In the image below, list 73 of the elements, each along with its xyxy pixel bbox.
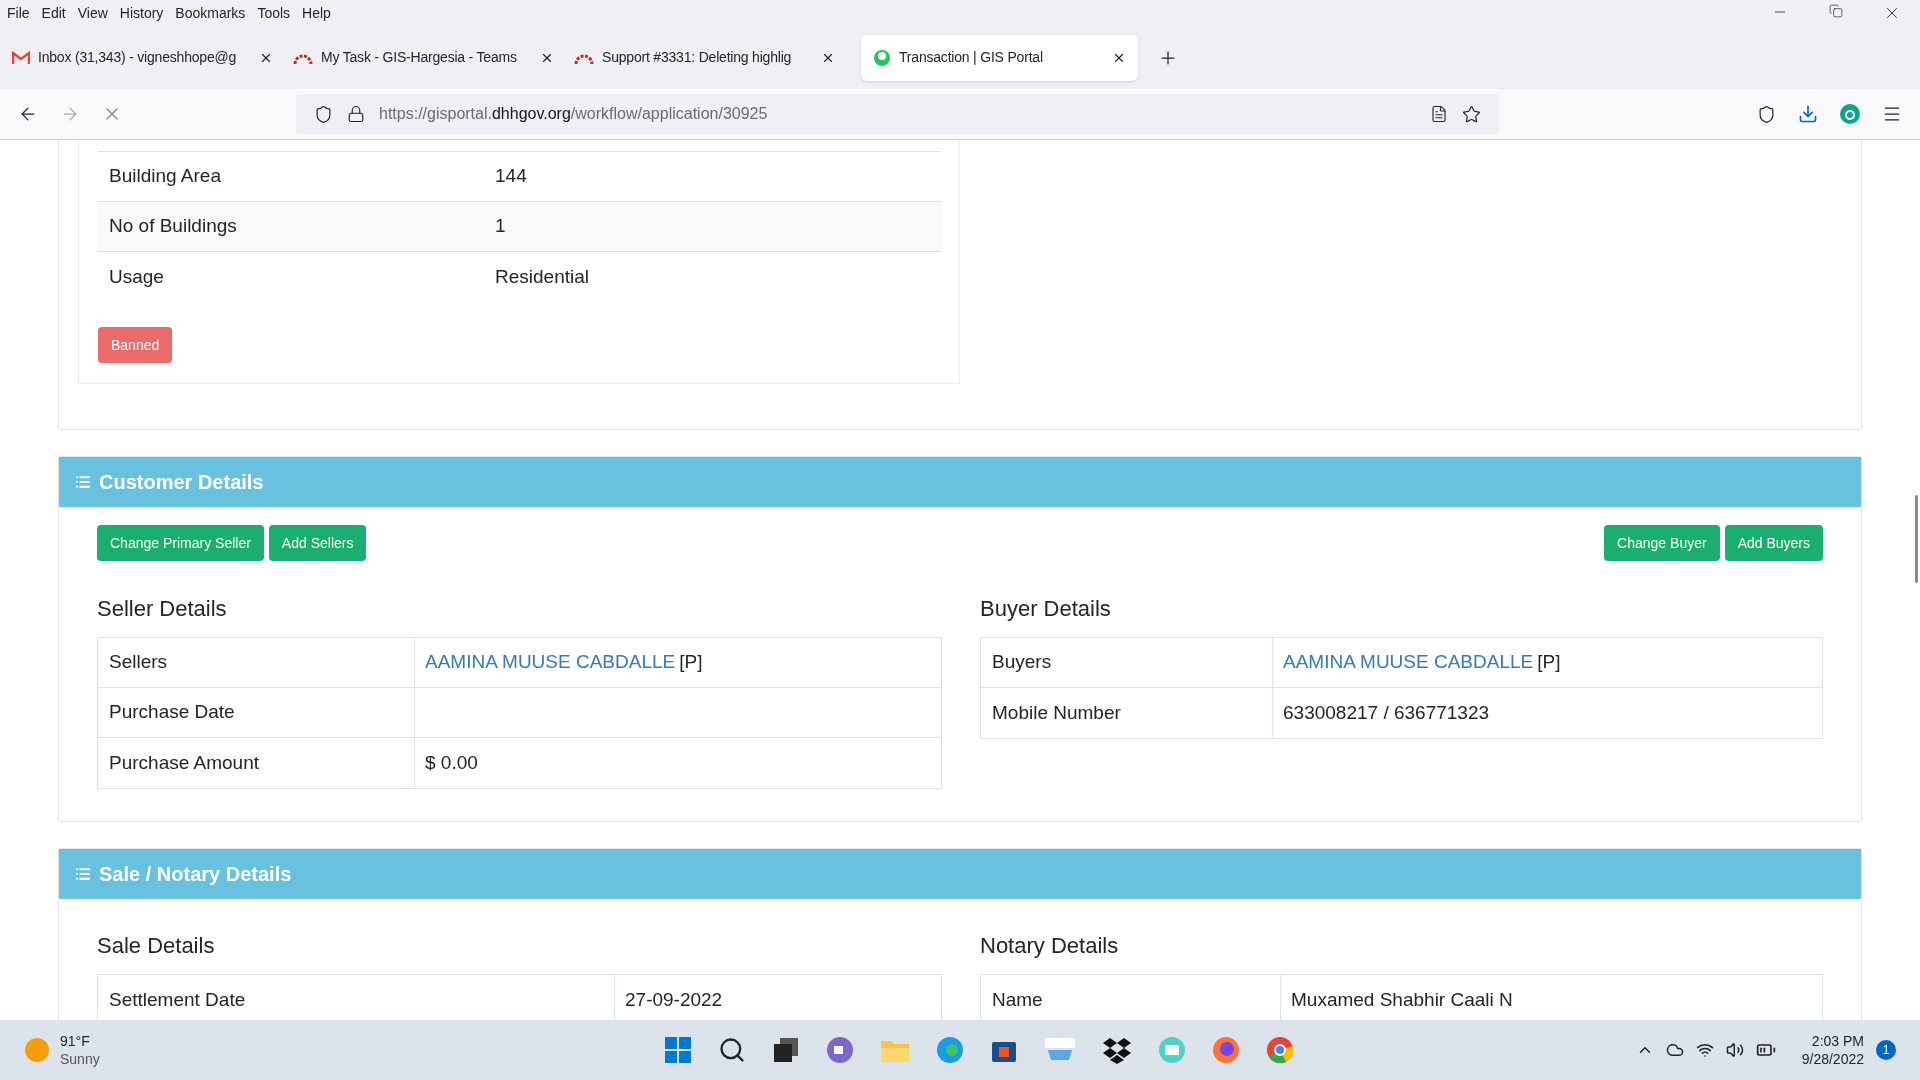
scrollbar-thumb[interactable] xyxy=(1915,495,1918,583)
row-value: 27-09-2022 xyxy=(625,987,723,1012)
row-label: Usage xyxy=(108,264,165,289)
row-label: Mobile Number xyxy=(992,700,1121,725)
row-label: Buyers xyxy=(992,650,1052,675)
cloud-icon[interactable] xyxy=(1665,1041,1684,1059)
globe-icon xyxy=(873,48,891,67)
dropbox-icon[interactable] xyxy=(1102,1036,1132,1064)
sale-heading: Sale Details xyxy=(97,932,216,960)
row-value: Muxamed Shabhir Caali N xyxy=(1291,987,1513,1012)
shield-icon xyxy=(314,104,333,124)
weather-temp: 91°F xyxy=(60,1032,91,1050)
volume-icon[interactable] xyxy=(1725,1041,1744,1059)
row-value: 1 xyxy=(495,214,506,239)
status-badge: Banned xyxy=(98,327,173,363)
primary-tag: [P] xyxy=(1537,648,1561,677)
row-value: 633008217 / 636771323 xyxy=(1283,700,1490,725)
row-label: Purchase Date xyxy=(109,700,235,725)
primary-tag: [P] xyxy=(679,648,703,677)
menu-item[interactable]: Bookmarks xyxy=(175,2,246,24)
account-icon[interactable] xyxy=(1840,104,1860,124)
clock-time: 2:03 PM xyxy=(1811,1032,1864,1050)
menu-item[interactable]: History xyxy=(119,2,164,24)
section-title: Sale / Notary Details xyxy=(99,862,292,887)
row-label: Name xyxy=(992,987,1043,1012)
windows-start-icon[interactable] xyxy=(664,1036,692,1064)
row-label: Building Area xyxy=(108,164,222,189)
section-title: Customer Details xyxy=(99,470,264,495)
row-value: $ 0.00 xyxy=(425,750,478,775)
tab-title: My Task - GIS-Hargesia - Teams xyxy=(321,48,518,67)
browser-tab[interactable]: Support #3331: Deleting highlig xyxy=(566,34,843,81)
list-icon xyxy=(75,474,91,490)
search-icon[interactable] xyxy=(718,1036,746,1064)
tab-title: Transaction | GIS Portal xyxy=(899,48,1044,67)
sun-icon xyxy=(24,1037,50,1063)
customer-link[interactable]: AAMINA MUUSE CABDALLE xyxy=(425,648,676,677)
task-view-icon[interactable] xyxy=(772,1036,800,1064)
browser-tab[interactable]: Transaction | GIS Portal xyxy=(861,34,1138,81)
restore-icon[interactable] xyxy=(1829,4,1843,18)
menu-item[interactable]: Edit xyxy=(41,2,66,24)
notification-badge[interactable]: 1 xyxy=(1876,1040,1896,1060)
reader-icon[interactable] xyxy=(1430,105,1448,123)
chat-icon[interactable] xyxy=(826,1036,854,1064)
seller-heading: Seller Details xyxy=(97,595,228,623)
mail-icon xyxy=(12,50,30,65)
buyer-heading: Buyer Details xyxy=(980,595,1112,623)
row-label: Settlement Date xyxy=(109,987,246,1012)
clock-date: 9/28/2022 xyxy=(1801,1050,1864,1068)
address-bar[interactable]: https://gisportal.dhhgov.org/workflow/application/30925 xyxy=(296,94,1499,134)
menu-item[interactable]: File xyxy=(7,2,30,24)
menu-item[interactable]: View xyxy=(77,2,108,24)
download-icon[interactable] xyxy=(1798,104,1818,124)
chrome-icon[interactable] xyxy=(1266,1036,1294,1064)
weather-text: Sunny xyxy=(60,1050,100,1068)
browser-tab[interactable]: Inbox (31,343) - vigneshhope@g xyxy=(4,34,281,81)
row-value: 144 xyxy=(495,164,527,189)
customer-link[interactable]: AAMINA MUUSE CABDALLE xyxy=(1283,648,1534,677)
tab-title: Support #3331: Deleting highlig xyxy=(602,48,793,67)
tab-title: Inbox (31,343) - vigneshhope@g xyxy=(38,48,238,67)
menu-item[interactable]: Tools xyxy=(257,2,291,24)
url-text: https://gisportal.dhhgov.org/workflow/application/30925 xyxy=(379,104,769,124)
row-label: Sellers xyxy=(109,650,168,675)
firefox-icon[interactable] xyxy=(1212,1036,1240,1064)
browser-tab[interactable]: My Task - GIS-Hargesia - Teams xyxy=(285,34,562,81)
row-value: Residential xyxy=(495,264,589,289)
row-label: No of Buildings xyxy=(108,214,238,239)
wifi-icon[interactable] xyxy=(1695,1041,1714,1059)
lock-icon xyxy=(347,105,365,123)
menu-item[interactable]: Help xyxy=(302,2,331,24)
list-icon xyxy=(75,866,91,882)
notary-heading: Notary Details xyxy=(980,932,1120,960)
bookmark-star-icon[interactable] xyxy=(1462,104,1481,124)
row-label: Purchase Amount xyxy=(109,750,259,775)
